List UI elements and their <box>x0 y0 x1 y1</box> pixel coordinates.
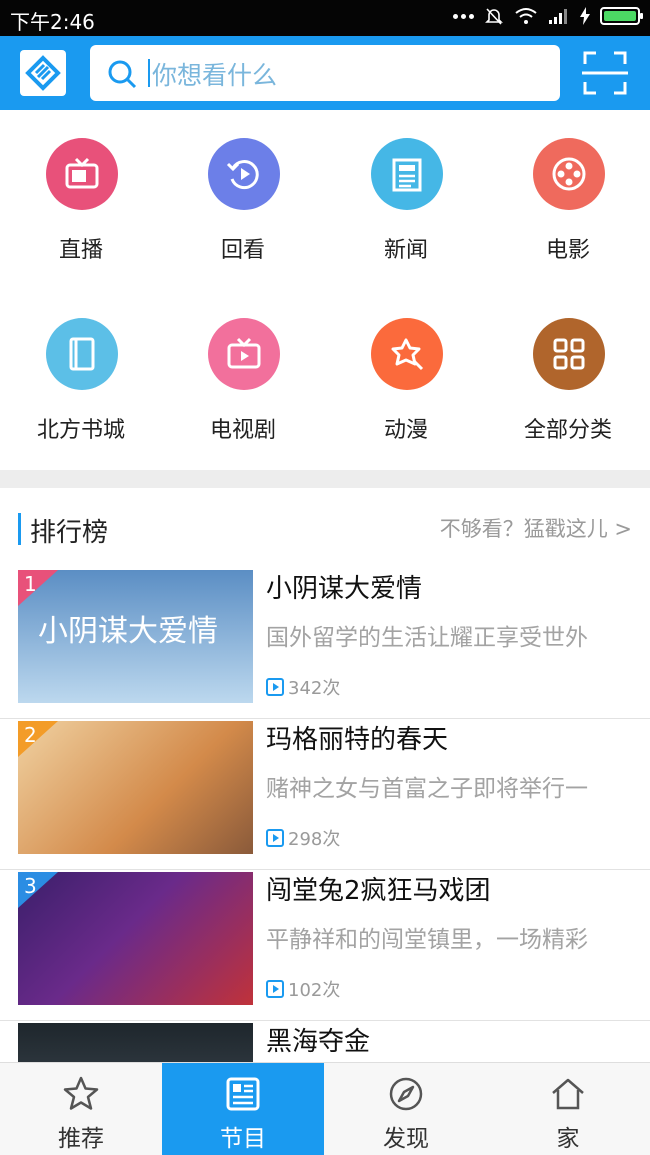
video-thumbnail[interactable]: 小阴谋大爱情 1 <box>18 570 253 703</box>
play-icon <box>266 829 284 847</box>
category-label: 北方书城 <box>36 418 125 443</box>
ranking-header: 排行榜 不够看？猛戳这儿 > <box>0 488 650 568</box>
view-count-text: 342次 <box>288 678 341 699</box>
category-label: 全部分类 <box>523 418 612 443</box>
tab-label: 发现 <box>383 1126 429 1152</box>
more-dots-icon <box>453 13 474 19</box>
compass-icon <box>389 1077 423 1111</box>
bottom-nav: 推荐 节目 发现 家 <box>0 1062 650 1155</box>
mute-bell-icon <box>485 8 503 25</box>
ranking-item[interactable]: 3 闯堂兔2疯狂马戏团 平静祥和的闯堂镇里，一场精彩 102次 <box>0 870 650 1021</box>
star-icon <box>63 1076 99 1110</box>
play-icon <box>266 678 284 696</box>
ranking-item[interactable]: 黑海夺金 <box>0 1021 650 1063</box>
signal-icon <box>549 9 567 24</box>
category-circle <box>533 138 605 210</box>
tab-label: 节目 <box>220 1126 266 1152</box>
scan-button[interactable] <box>582 50 628 96</box>
rank-number: 3 <box>24 874 37 898</box>
charging-icon <box>580 7 590 25</box>
category-news[interactable]: 新闻 <box>325 110 487 290</box>
category-all[interactable]: 全部分类 <box>487 290 649 470</box>
thumbnail-title-art: 小阴谋大爱情 <box>38 614 218 649</box>
category-label: 电影 <box>545 238 590 263</box>
tab-label: 推荐 <box>58 1126 104 1152</box>
category-grid: 直播 回看 新闻 电影 北方书城 电视剧 动漫 全部分类 <box>0 110 650 470</box>
tab-home[interactable]: 家 <box>487 1063 649 1155</box>
ranking-item[interactable]: 小阴谋大爱情 1 小阴谋大爱情 国外留学的生活让耀正享受世外 342次 <box>0 568 650 719</box>
status-icons <box>453 6 643 26</box>
play-icon <box>266 980 284 998</box>
view-count: 102次 <box>266 976 340 1002</box>
category-bookstore[interactable]: 北方书城 <box>0 290 162 470</box>
view-count-text: 298次 <box>288 829 341 850</box>
search-box[interactable]: 你想看什么 <box>90 45 560 101</box>
video-title[interactable]: 玛格丽特的春天 <box>266 719 448 756</box>
category-circle <box>371 318 443 390</box>
view-count-text: 102次 <box>288 980 341 1001</box>
star-cursor-icon <box>391 338 424 371</box>
category-circle <box>46 318 118 390</box>
view-count: 298次 <box>266 825 340 851</box>
category-circle <box>208 318 280 390</box>
tab-programs[interactable]: 节目 <box>162 1063 324 1155</box>
category-circle <box>46 138 118 210</box>
book-icon <box>69 337 95 371</box>
category-live[interactable]: 直播 <box>0 110 162 290</box>
section-accent-bar <box>18 513 21 545</box>
film-reel-icon <box>552 157 586 191</box>
category-anime[interactable]: 动漫 <box>325 290 487 470</box>
home-icon <box>552 1078 584 1110</box>
app-logo-icon[interactable] <box>20 50 66 96</box>
rank-badge: 1 <box>18 570 58 606</box>
program-list-icon <box>226 1077 260 1111</box>
category-label: 新闻 <box>383 238 428 263</box>
video-thumbnail[interactable] <box>18 1023 253 1063</box>
ranking-title: 排行榜 <box>30 518 109 548</box>
category-circle <box>208 138 280 210</box>
wifi-icon <box>515 8 537 24</box>
video-thumbnail[interactable]: 2 <box>18 721 253 854</box>
ranking-item[interactable]: 2 玛格丽特的春天 赌神之女与首富之子即将举行一 298次 <box>0 719 650 870</box>
status-bar: 下午2:46 <box>0 0 650 36</box>
status-time: 下午2:46 <box>10 10 95 34</box>
news-icon <box>392 158 422 192</box>
rank-badge: 2 <box>18 721 58 757</box>
video-thumbnail[interactable]: 3 <box>18 872 253 1005</box>
tv-icon <box>65 157 99 189</box>
tab-discover[interactable]: 发现 <box>325 1063 487 1155</box>
ranking-more-link[interactable]: 不够看？猛戳这儿 > <box>440 513 632 543</box>
rank-number: 2 <box>24 723 37 747</box>
category-tv-series[interactable]: 电视剧 <box>162 290 324 470</box>
category-label: 动漫 <box>383 418 428 443</box>
view-count: 342次 <box>266 674 340 700</box>
category-label: 电视剧 <box>209 418 276 443</box>
text-cursor <box>148 59 150 87</box>
rank-badge: 3 <box>18 872 58 908</box>
rank-number: 1 <box>24 572 37 596</box>
grid-icon <box>553 338 585 370</box>
video-title[interactable]: 小阴谋大爱情 <box>266 568 422 605</box>
category-label: 回看 <box>220 238 265 263</box>
scan-icon <box>582 51 628 95</box>
video-title[interactable]: 黑海夺金 <box>266 1021 370 1058</box>
category-circle <box>371 138 443 210</box>
category-label: 直播 <box>58 238 103 263</box>
tv-play-icon <box>227 337 261 369</box>
category-movie[interactable]: 电影 <box>487 110 649 290</box>
ranking-section: 排行榜 不够看？猛戳这儿 > 小阴谋大爱情 1 小阴谋大爱情 国外留学的生活让耀… <box>0 488 650 1063</box>
tab-recommend[interactable]: 推荐 <box>0 1063 162 1155</box>
tab-label: 家 <box>556 1126 580 1152</box>
replay-icon <box>226 160 259 190</box>
battery-icon <box>600 7 643 25</box>
search-input[interactable]: 你想看什么 <box>152 56 277 92</box>
search-icon <box>108 60 137 89</box>
video-description: 国外留学的生活让耀正享受世外 <box>266 625 588 651</box>
video-description: 平静祥和的闯堂镇里，一场精彩 <box>266 927 588 953</box>
category-circle <box>533 318 605 390</box>
category-replay[interactable]: 回看 <box>162 110 324 290</box>
video-title[interactable]: 闯堂兔2疯狂马戏团 <box>266 870 491 907</box>
app-bar: 你想看什么 <box>0 36 650 110</box>
video-description: 赌神之女与首富之子即将举行一 <box>266 776 588 802</box>
